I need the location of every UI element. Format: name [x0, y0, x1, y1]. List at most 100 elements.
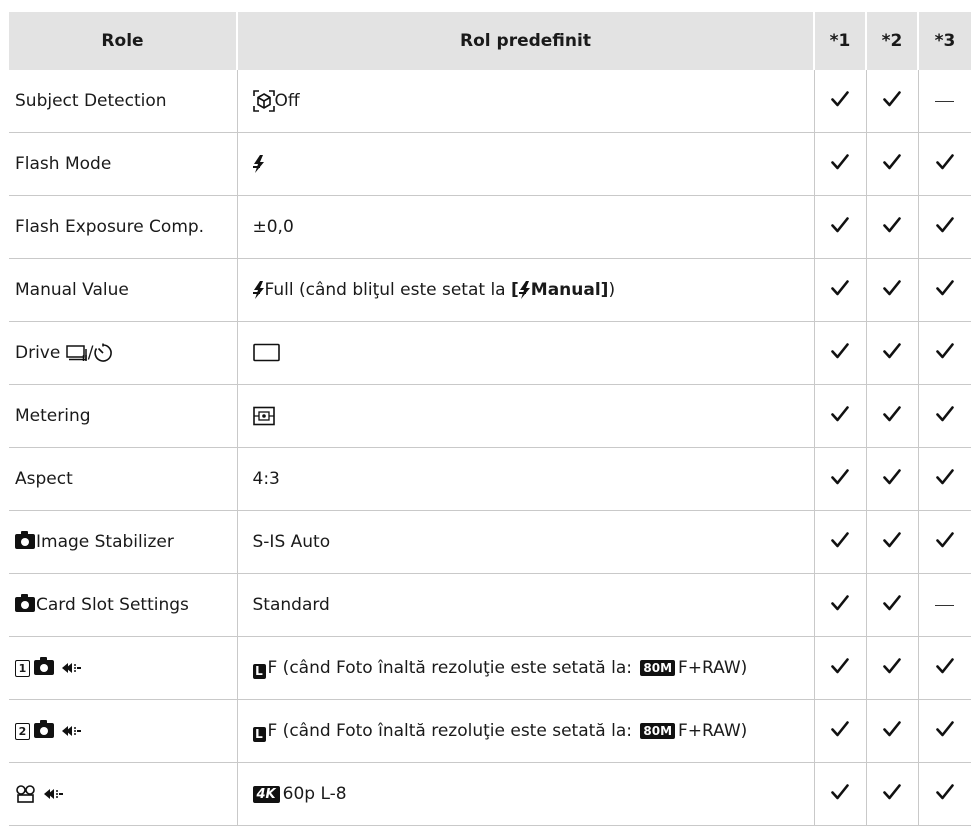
flash-icon: [519, 281, 531, 299]
default-cell: [236, 132, 814, 196]
dash-icon: [935, 604, 955, 607]
mark-cell: [865, 573, 918, 637]
table-row: Flash Exposure Comp. ±0,0: [9, 195, 971, 259]
image-size-badge: L: [252, 726, 266, 742]
check-icon: [831, 531, 849, 549]
default-cell: S-IS Auto: [236, 510, 814, 574]
mark-cell: [917, 195, 971, 259]
role-cell: Card Slot Settings: [9, 573, 237, 637]
card-slot-number: 1: [15, 659, 30, 677]
mark-cell: [917, 510, 971, 574]
mark-cell: [813, 447, 866, 511]
check-icon: [883, 153, 901, 171]
default-cell: 4:3: [236, 447, 814, 511]
check-icon: [883, 90, 901, 108]
self-timer-icon: [94, 343, 113, 362]
mark-cell: [813, 132, 866, 196]
image-size-badge: L: [252, 663, 266, 679]
mark-cell: [865, 70, 918, 133]
check-icon: [936, 531, 954, 549]
check-icon: [883, 405, 901, 423]
check-icon: [831, 90, 849, 108]
camera-icon: [15, 594, 35, 612]
mark-cell: [865, 384, 918, 448]
resolution-badge: 80M: [640, 722, 676, 739]
default-value: Standard: [252, 595, 330, 615]
image-quality-icon: [60, 661, 82, 675]
mark-cell: [865, 762, 918, 826]
subject-detection-icon: [252, 90, 275, 112]
mark-cell: [917, 70, 971, 133]
check-icon: [936, 468, 954, 486]
default-cell: [236, 321, 814, 385]
role-cell: Flash Exposure Comp.: [9, 195, 237, 259]
default-cell: Full (când bliţul este setat la [Manual]…: [236, 258, 814, 322]
default-value-bold: Manual]: [530, 280, 609, 300]
check-icon: [831, 468, 849, 486]
default-value: 4:3: [252, 469, 280, 489]
default-value-post: F+RAW): [678, 720, 748, 741]
check-icon: [831, 405, 849, 423]
mark-cell: [813, 762, 866, 826]
default-settings-table: Role Rol predefinit *1 *2 *3 Subject Det…: [9, 12, 971, 826]
mark-cell: [917, 636, 971, 700]
mark-cell: [813, 195, 866, 259]
role-cell: Aspect: [9, 447, 237, 511]
check-icon: [883, 594, 901, 612]
table-row: Metering: [9, 384, 971, 448]
card-slot-number: 2: [15, 722, 30, 740]
check-icon: [883, 216, 901, 234]
check-icon: [831, 783, 849, 801]
default-value-post: F+RAW): [678, 657, 748, 678]
check-icon: [883, 279, 901, 297]
table-row: 4K 60p L-8: [9, 762, 971, 826]
table-row: Manual Value Full (când bliţul este seta…: [9, 258, 971, 322]
role-label: Manual Value: [15, 280, 129, 300]
mark-cell: [813, 258, 866, 322]
mark-cell: [813, 384, 866, 448]
check-icon: [883, 468, 901, 486]
mark-cell: [917, 699, 971, 763]
check-icon: [936, 153, 954, 171]
mark-cell: [865, 195, 918, 259]
mark-cell: [813, 573, 866, 637]
role-cell: 2: [9, 699, 237, 763]
check-icon: [883, 531, 901, 549]
role-cell: Metering: [9, 384, 237, 448]
mark-cell: [813, 699, 866, 763]
table-row: 2 LF (când Foto înaltă rezoluţie este se…: [9, 699, 971, 763]
check-icon: [883, 657, 901, 675]
check-icon: [831, 279, 849, 297]
mark-cell: [813, 321, 866, 385]
mark-cell: [917, 132, 971, 196]
header-mark-1: *1: [814, 12, 867, 70]
default-cell: Standard: [236, 573, 814, 637]
table-row: 1 LF (când Foto înaltă rezoluţie este se…: [9, 636, 971, 700]
role-label: Image Stabilizer: [36, 532, 174, 552]
default-value: S-IS Auto: [252, 532, 331, 552]
check-icon: [936, 342, 954, 360]
default-value: Off: [274, 91, 300, 111]
mark-cell: [865, 699, 918, 763]
mark-cell: [813, 510, 866, 574]
role-cell: [9, 762, 237, 826]
table-row: Subject Detection Off: [9, 70, 971, 133]
mark-cell: [865, 636, 918, 700]
mark-cell: [865, 258, 918, 322]
default-cell: LF (când Foto înaltă rezoluţie este seta…: [236, 699, 814, 763]
role-cell: Flash Mode: [9, 132, 237, 196]
camera-icon: [34, 720, 54, 738]
default-value: 60p L-8: [282, 784, 347, 804]
check-icon: [831, 720, 849, 738]
check-icon: [831, 216, 849, 234]
table-row: Flash Mode: [9, 132, 971, 196]
header-mark-3: *3: [918, 12, 971, 70]
camera-icon: [34, 657, 54, 675]
camera-icon: [15, 531, 35, 549]
check-icon: [883, 783, 901, 801]
dash-icon: [935, 100, 955, 103]
role-label: Drive: [15, 343, 61, 363]
mark-cell: [917, 447, 971, 511]
table-row: Image Stabilizer S-IS Auto: [9, 510, 971, 574]
default-value-post: ): [608, 280, 616, 300]
